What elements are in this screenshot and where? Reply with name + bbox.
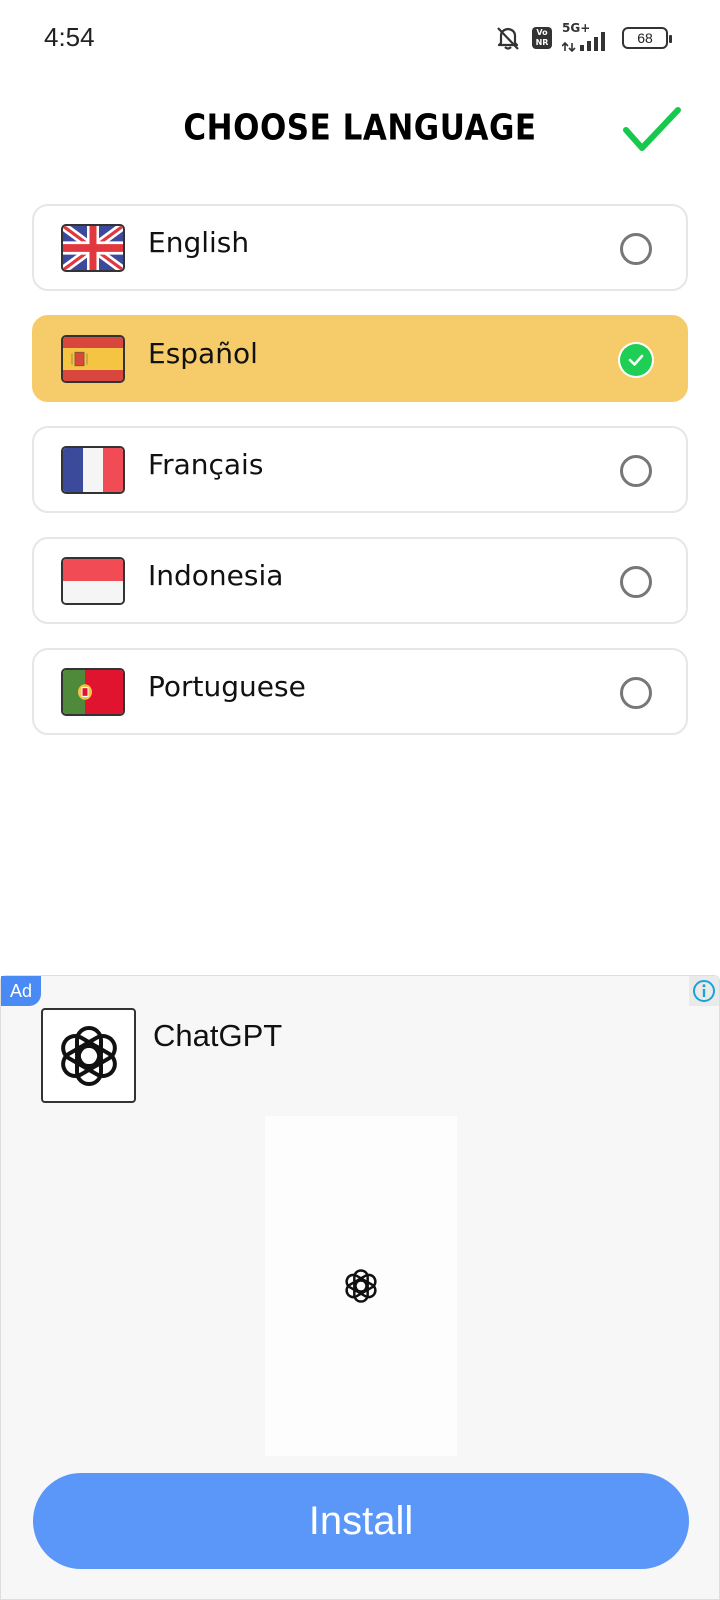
language-label: Español xyxy=(148,337,258,370)
checkmark-icon xyxy=(623,107,681,151)
language-label: Français xyxy=(148,448,264,481)
language-item-english[interactable]: English xyxy=(32,204,688,291)
status-icons: Vo NR 5G+ 68 xyxy=(494,21,672,54)
install-button[interactable]: Install xyxy=(33,1473,689,1569)
bell-muted-icon xyxy=(494,24,522,52)
language-label: Portuguese xyxy=(148,670,306,703)
language-label: English xyxy=(148,226,250,259)
indonesia-flag-icon xyxy=(61,557,125,605)
ad-app-name[interactable]: ChatGPT xyxy=(153,1018,282,1054)
openai-logo-icon[interactable] xyxy=(41,1008,136,1103)
signal-icon: 5G+ xyxy=(562,21,612,52)
ad-card[interactable]: Ad ChatGPT Install xyxy=(0,975,720,1600)
language-item-indonesia[interactable]: Indonesia xyxy=(32,537,688,624)
status-bar: 4:54 Vo NR 5G+ 68 xyxy=(0,0,720,78)
volte-icon: Vo NR xyxy=(532,27,552,49)
ad-badge: Ad xyxy=(1,976,41,1006)
france-flag-icon xyxy=(61,446,125,494)
portugal-flag-icon xyxy=(61,668,125,716)
status-time: 4:54 xyxy=(44,22,95,52)
radio-button[interactable] xyxy=(620,233,652,265)
info-icon[interactable] xyxy=(689,976,719,1006)
radio-button[interactable] xyxy=(620,566,652,598)
confirm-button[interactable] xyxy=(622,104,684,158)
language-item-portuguese[interactable]: Portuguese xyxy=(32,648,688,735)
language-label: Indonesia xyxy=(148,559,284,592)
battery-icon: 68 xyxy=(622,27,672,49)
spain-flag-icon xyxy=(61,335,125,383)
language-item-francais[interactable]: Français xyxy=(32,426,688,513)
radio-button-checked[interactable] xyxy=(620,344,652,376)
ad-media[interactable] xyxy=(265,1116,457,1456)
language-list: English Español Français Indonesia Portu… xyxy=(32,204,688,759)
page-title: CHOOSE LANGUAGE xyxy=(183,107,537,149)
openai-logo-icon xyxy=(345,1269,377,1303)
radio-button[interactable] xyxy=(620,677,652,709)
language-screen: 4:54 Vo NR 5G+ 68 CHOOSE LANGUAGE Englis… xyxy=(0,0,720,1600)
check-icon xyxy=(628,354,644,366)
radio-button[interactable] xyxy=(620,455,652,487)
language-item-espanol[interactable]: Español xyxy=(32,315,688,402)
uk-flag-icon xyxy=(61,224,125,272)
